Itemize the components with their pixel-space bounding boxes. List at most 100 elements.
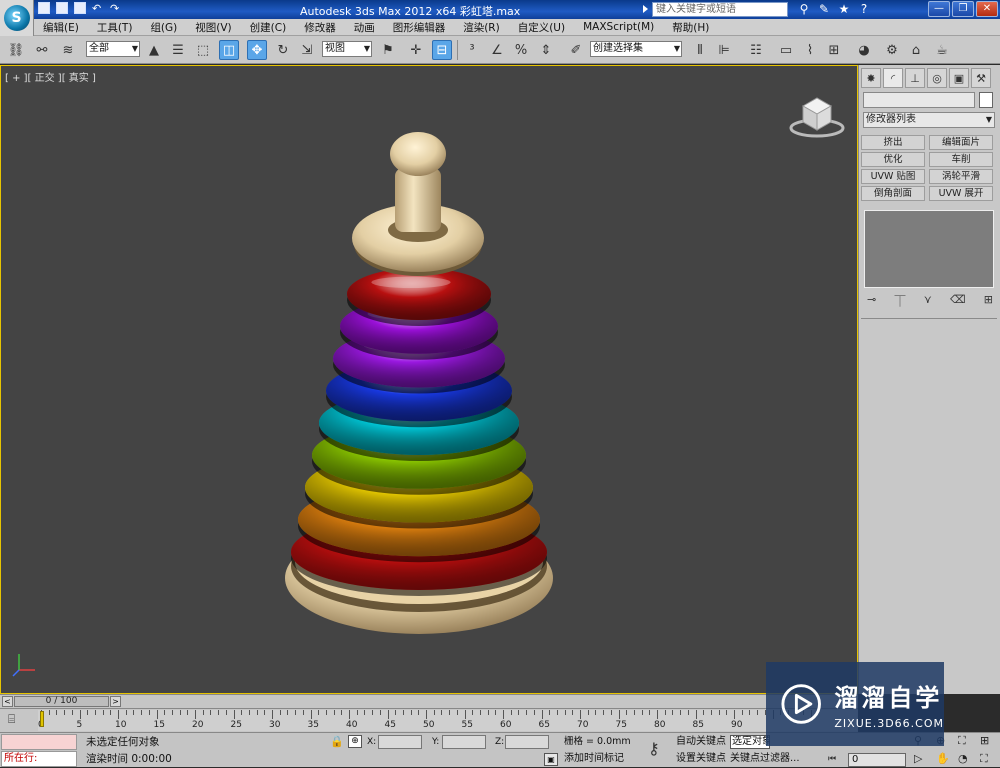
unlink-icon[interactable]: ⚯: [32, 40, 52, 60]
viewport-label[interactable]: [ + ][ 正交 ][ 真实 ]: [5, 69, 96, 84]
menu-graph-editors[interactable]: 图形编辑器: [384, 20, 455, 35]
orbit-icon[interactable]: ◔: [958, 752, 976, 768]
show-end-result-icon[interactable]: ⏉: [894, 293, 905, 309]
rendered-frame-window-icon[interactable]: ⌂: [906, 40, 926, 60]
menu-help[interactable]: 帮助(H): [663, 20, 718, 35]
y-coordinate-field[interactable]: [442, 735, 486, 749]
menu-edit[interactable]: 编辑(E): [34, 20, 88, 35]
redo-icon[interactable]: ↷: [110, 2, 122, 14]
search-input[interactable]: 键入关键字或短语: [652, 2, 788, 17]
close-button[interactable]: ✕: [976, 1, 998, 17]
rainbow-tower-model[interactable]: [271, 126, 571, 666]
spinner-snap-icon[interactable]: ⇕: [536, 40, 556, 60]
make-unique-icon[interactable]: ⋎: [924, 293, 932, 309]
x-coordinate-field[interactable]: [378, 735, 422, 749]
selection-filter-dropdown[interactable]: 全部: [86, 41, 140, 57]
remove-modifier-icon[interactable]: ⌫: [950, 293, 966, 309]
maximize-viewport-icon[interactable]: ⛶: [980, 752, 998, 768]
perspective-viewport[interactable]: [ + ][ 正交 ][ 真实 ]: [0, 65, 858, 694]
configure-modifier-sets-icon[interactable]: ⊞: [984, 293, 993, 309]
absolute-mode-icon[interactable]: ⊕: [348, 735, 362, 748]
align-icon[interactable]: ⊫: [714, 40, 734, 60]
bind-space-warp-icon[interactable]: ≋: [58, 40, 78, 60]
maximize-button[interactable]: ❐: [952, 1, 974, 17]
window-crossing-icon[interactable]: ◫: [219, 40, 239, 60]
link-icon[interactable]: ⛓: [6, 40, 26, 60]
motion-tab-icon[interactable]: ◎: [927, 68, 947, 88]
menu-tools[interactable]: 工具(T): [88, 20, 142, 35]
graphite-tools-icon[interactable]: ▭: [776, 40, 796, 60]
curve-editor-icon[interactable]: ⌇: [800, 40, 820, 60]
field-of-view-icon[interactable]: ▷: [914, 752, 932, 768]
key-filters-button[interactable]: 关键点过滤器...: [730, 751, 824, 767]
reference-coordinate-dropdown[interactable]: 视图: [322, 41, 372, 57]
manipulate-icon[interactable]: ✛: [406, 40, 426, 60]
render-production-icon[interactable]: ☕: [932, 40, 952, 60]
modifier-button[interactable]: 编辑面片: [929, 135, 993, 150]
menu-group[interactable]: 组(G): [141, 20, 186, 35]
object-color-swatch[interactable]: [979, 92, 993, 108]
maxscript-mini-listener[interactable]: 所在行:: [1, 751, 77, 767]
key-selection-dropdown[interactable]: 选定对象: [730, 735, 770, 749]
open-file-icon[interactable]: [56, 2, 68, 14]
select-object-icon[interactable]: ▲: [144, 40, 164, 60]
display-tab-icon[interactable]: ▣: [949, 68, 969, 88]
create-tab-icon[interactable]: ✸: [861, 68, 881, 88]
modifier-stack[interactable]: [864, 210, 994, 288]
keyboard-shortcut-override-icon[interactable]: ⊟: [432, 40, 452, 60]
modifier-button[interactable]: UVW 贴图: [861, 169, 925, 184]
menu-rendering[interactable]: 渲染(R): [454, 20, 509, 35]
material-editor-icon[interactable]: ◕: [854, 40, 874, 60]
layer-manager-icon[interactable]: ☷: [746, 40, 766, 60]
previous-frame-button[interactable]: <: [2, 696, 13, 707]
set-key-button[interactable]: 设置关键点: [676, 751, 730, 767]
add-time-tag[interactable]: 添加时间标记: [562, 751, 642, 767]
select-by-name-icon[interactable]: ☰: [168, 40, 188, 60]
menu-maxscript[interactable]: MAXScript(M): [574, 21, 663, 33]
pan-icon[interactable]: ✋: [936, 752, 954, 768]
menu-create[interactable]: 创建(C): [241, 20, 296, 35]
time-slider-thumb[interactable]: 0 / 100: [14, 696, 109, 707]
select-and-move-icon[interactable]: ✥: [247, 40, 267, 60]
tools-icon[interactable]: ✎: [816, 2, 832, 16]
zoom-extents-all-icon[interactable]: ⊞: [980, 734, 998, 751]
select-and-scale-icon[interactable]: ⇲: [297, 40, 317, 60]
pin-stack-icon[interactable]: ⊸: [867, 293, 876, 309]
viewcube[interactable]: [785, 92, 845, 138]
named-selection-set-dropdown[interactable]: 创建选择集: [590, 41, 682, 57]
snaps-toggle-icon[interactable]: ³: [462, 40, 482, 60]
modifier-button[interactable]: 优化: [861, 152, 925, 167]
zoom-extents-icon[interactable]: ⛶: [958, 734, 976, 751]
utilities-tab-icon[interactable]: ⚒: [971, 68, 991, 88]
help-icon[interactable]: ?: [856, 2, 872, 16]
app-logo[interactable]: S: [0, 0, 34, 36]
render-setup-icon[interactable]: ⚙: [882, 40, 902, 60]
select-and-rotate-icon[interactable]: ↻: [273, 40, 293, 60]
menu-customize[interactable]: 自定义(U): [509, 20, 574, 35]
go-to-start-icon[interactable]: ⏮: [828, 754, 836, 764]
current-frame-field[interactable]: 0: [848, 753, 906, 767]
set-key-icon[interactable]: ⚷: [648, 739, 660, 758]
menu-animation[interactable]: 动画: [345, 20, 384, 35]
current-frame-marker[interactable]: [40, 711, 44, 727]
hierarchy-tab-icon[interactable]: ⊥: [905, 68, 925, 88]
modifier-button[interactable]: 挤出: [861, 135, 925, 150]
time-tag-icon[interactable]: ▣: [544, 753, 558, 766]
modifier-button[interactable]: 车削: [929, 152, 993, 167]
minimize-button[interactable]: —: [928, 1, 950, 17]
auto-key-button[interactable]: 自动关键点: [676, 734, 730, 750]
binoculars-icon[interactable]: ⚲: [796, 2, 812, 16]
next-frame-button[interactable]: >: [110, 696, 121, 707]
save-icon[interactable]: [74, 2, 86, 14]
new-file-icon[interactable]: [38, 2, 50, 14]
percent-snap-icon[interactable]: %: [511, 40, 531, 60]
maxscript-listener[interactable]: [1, 734, 77, 750]
mirror-icon[interactable]: ⫴: [690, 40, 710, 60]
angle-snap-icon[interactable]: ∠: [487, 40, 507, 60]
favorites-icon[interactable]: ★: [836, 2, 852, 16]
modifier-list-dropdown[interactable]: 修改器列表: [863, 112, 995, 128]
edit-named-selection-icon[interactable]: ✐: [566, 40, 586, 60]
modifier-button[interactable]: UVW 展开: [929, 186, 993, 201]
modifier-button[interactable]: 倒角剖面: [861, 186, 925, 201]
timeline-ruler[interactable]: 051015202530354045505560657075808590: [38, 710, 858, 731]
